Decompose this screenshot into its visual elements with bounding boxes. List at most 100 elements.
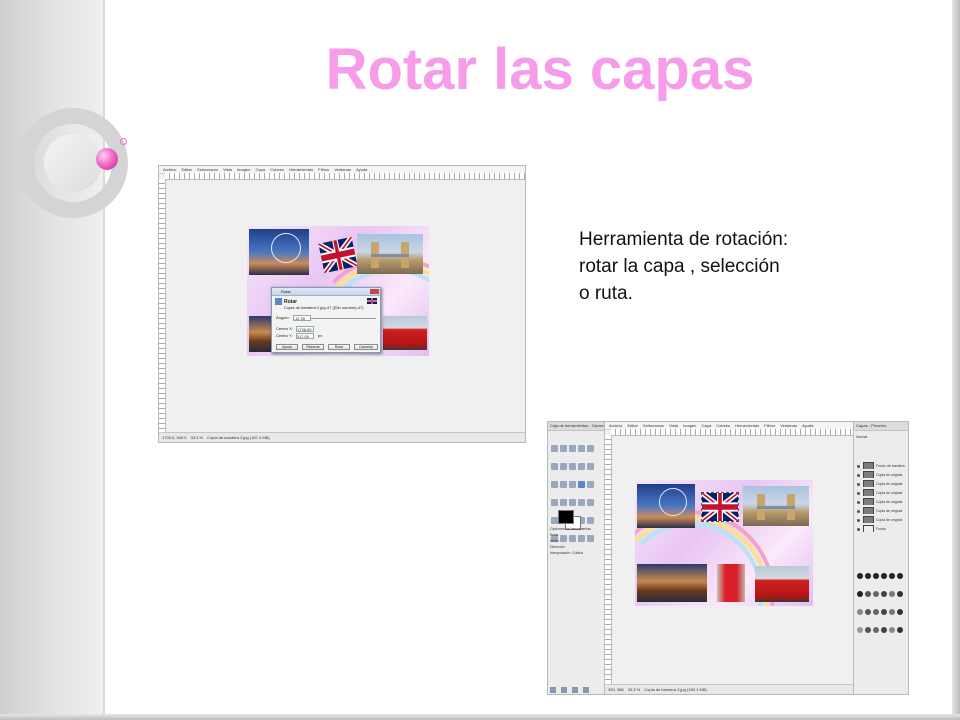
menu-item[interactable]: Archivo xyxy=(609,423,622,428)
free-select-tool-icon[interactable] xyxy=(569,445,576,452)
brush-icon[interactable] xyxy=(881,627,887,633)
menu-item[interactable]: Archivo xyxy=(163,167,176,172)
unit-select[interactable]: px xyxy=(318,333,322,338)
layer-row[interactable]: Copia de original xyxy=(856,516,906,523)
blend-tool-icon[interactable] xyxy=(551,517,558,524)
menu-item[interactable]: Ayuda xyxy=(802,423,813,428)
menu-item[interactable]: Editar xyxy=(627,423,637,428)
brush-icon[interactable] xyxy=(865,627,871,633)
layer-row[interactable]: Copia de original xyxy=(856,507,906,514)
zoom-tool-icon[interactable] xyxy=(578,463,585,470)
delete-options-icon[interactable] xyxy=(572,687,578,693)
layer-mode-select[interactable]: Normal xyxy=(856,434,906,441)
airbrush-tool-icon[interactable] xyxy=(587,517,594,524)
center-y-input[interactable]: 317.00 xyxy=(295,333,314,339)
menu-item[interactable]: Vista xyxy=(223,167,232,172)
close-icon[interactable] xyxy=(370,289,379,294)
horizontal-ruler[interactable] xyxy=(611,429,855,436)
brush-icon[interactable] xyxy=(897,591,903,597)
layer-row[interactable]: Copia de original xyxy=(856,498,906,505)
reset-options-icon[interactable] xyxy=(583,687,589,693)
rotate-button[interactable]: Rotar xyxy=(328,344,350,350)
brush-icon[interactable] xyxy=(881,573,887,579)
menu-item[interactable]: Colores xyxy=(716,423,730,428)
text-tool-icon[interactable] xyxy=(578,499,585,506)
color-select-tool-icon[interactable] xyxy=(587,445,594,452)
brush-icon[interactable] xyxy=(873,609,879,615)
ellipse-select-tool-icon[interactable] xyxy=(560,445,567,452)
zoom-select[interactable]: 33.3 % xyxy=(191,435,203,440)
brush-icon[interactable] xyxy=(897,609,903,615)
brush-icon[interactable] xyxy=(865,609,871,615)
perspective-tool-icon[interactable] xyxy=(560,499,567,506)
reset-button[interactable]: Reiniciar xyxy=(302,344,324,350)
brush-icon[interactable] xyxy=(857,609,863,615)
zoom-select[interactable]: 33.3 % xyxy=(628,687,640,692)
brush-icon[interactable] xyxy=(897,627,903,633)
menu-item[interactable]: Colores xyxy=(270,167,284,172)
brush-icon[interactable] xyxy=(889,591,895,597)
menu-item[interactable]: Imagen xyxy=(237,167,250,172)
image-collage[interactable] xyxy=(635,480,813,606)
brush-icon[interactable] xyxy=(889,609,895,615)
brush-icon[interactable] xyxy=(873,627,879,633)
angle-input[interactable]: -12.30 xyxy=(292,315,311,321)
menu-item[interactable]: Ayuda xyxy=(356,167,367,172)
color-picker-tool-icon[interactable] xyxy=(569,463,576,470)
menu-item[interactable]: Ventanas xyxy=(780,423,797,428)
layer-row[interactable]: Copia de original xyxy=(856,489,906,496)
measure-tool-icon[interactable] xyxy=(587,463,594,470)
brush-icon[interactable] xyxy=(881,609,887,615)
rect-select-tool-icon[interactable] xyxy=(551,445,558,452)
center-x-input[interactable]: 1736.00 xyxy=(296,326,315,332)
menu-item[interactable]: Herramientas xyxy=(735,423,759,428)
menu-item[interactable]: Capa xyxy=(256,167,266,172)
brush-icon[interactable] xyxy=(857,573,863,579)
brush-icon[interactable] xyxy=(889,627,895,633)
brush-icon[interactable] xyxy=(857,627,863,633)
brush-icon[interactable] xyxy=(897,573,903,579)
brush-icon[interactable] xyxy=(889,573,895,579)
scale-tool-icon[interactable] xyxy=(587,481,594,488)
brush-icon[interactable] xyxy=(873,591,879,597)
crop-tool-icon[interactable] xyxy=(569,481,576,488)
vertical-ruler[interactable] xyxy=(159,179,166,432)
fuzzy-select-tool-icon[interactable] xyxy=(578,445,585,452)
menu-item[interactable]: Ventanas xyxy=(334,167,351,172)
move-tool-icon[interactable] xyxy=(551,481,558,488)
foreground-color-swatch[interactable] xyxy=(558,510,574,524)
brush-icon[interactable] xyxy=(865,573,871,579)
flip-tool-icon[interactable] xyxy=(569,499,576,506)
layer-row[interactable]: Fondo xyxy=(856,525,906,532)
menu-item[interactable]: Filtros xyxy=(764,423,775,428)
menu-item[interactable]: Vista xyxy=(669,423,678,428)
brush-icon[interactable] xyxy=(873,573,879,579)
shear-tool-icon[interactable] xyxy=(551,499,558,506)
help-button[interactable]: Ayuda xyxy=(276,344,298,350)
menu-item[interactable]: Capa xyxy=(702,423,712,428)
layer-row[interactable]: Fondo de bandera xyxy=(856,462,906,469)
menu-item[interactable]: Seleccionar xyxy=(643,423,664,428)
tool-option[interactable]: Interpolación: Cúbica xyxy=(550,550,602,556)
layer-row[interactable]: Copia de original xyxy=(856,480,906,487)
bucket-fill-tool-icon[interactable] xyxy=(587,499,594,506)
scissors-tool-icon[interactable] xyxy=(551,463,558,470)
paths-tool-icon[interactable] xyxy=(560,463,567,470)
rotate-tool-icon[interactable] xyxy=(578,481,585,488)
brush-icon[interactable] xyxy=(857,591,863,597)
cancel-button[interactable]: Cancelar xyxy=(354,344,378,350)
brush-icon[interactable] xyxy=(865,591,871,597)
layer-row[interactable]: Copia de original xyxy=(856,471,906,478)
menu-item[interactable]: Filtros xyxy=(318,167,329,172)
align-tool-icon[interactable] xyxy=(560,481,567,488)
save-options-icon[interactable] xyxy=(550,687,556,693)
brush-icon[interactable] xyxy=(881,591,887,597)
menu-item[interactable]: Herramientas xyxy=(289,167,313,172)
horizontal-ruler[interactable] xyxy=(165,173,525,180)
menu-item[interactable]: Editar xyxy=(181,167,191,172)
menu-item[interactable]: Seleccionar xyxy=(197,167,218,172)
restore-options-icon[interactable] xyxy=(561,687,567,693)
menu-item[interactable]: Imagen xyxy=(683,423,696,428)
angle-slider[interactable] xyxy=(310,318,376,319)
vertical-ruler[interactable] xyxy=(605,435,612,684)
